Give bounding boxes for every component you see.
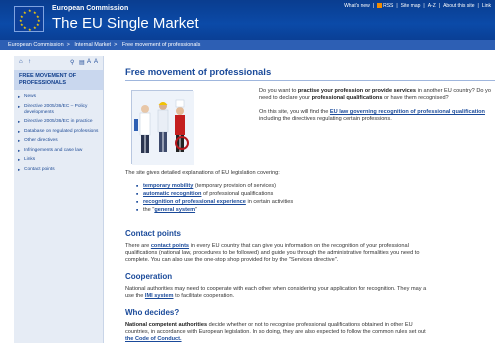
temporary-mobility-link[interactable]: temporary mobility: [143, 183, 193, 189]
print-icon[interactable]: ▤: [79, 59, 85, 66]
sidebar-item-other-directives[interactable]: Other directives: [18, 138, 103, 144]
top-links: What's new | RSS | Site map | A-Z | About th…: [344, 3, 491, 9]
who-line-3: the Code of Conduct.: [125, 336, 182, 343]
cooperation-line-1: National authorities may need to coopera…: [125, 286, 427, 292]
intro-line-4: including the directives regulating cert…: [259, 116, 392, 122]
sidebar-item-links[interactable]: Links: [18, 157, 103, 163]
sidebar-title[interactable]: FREE MOVEMENT OF PROFESSIONALS: [14, 70, 103, 90]
font-size-large-icon[interactable]: A: [94, 59, 98, 65]
rss-icon: [377, 3, 383, 9]
top-link-a-z[interactable]: A-Z: [428, 3, 436, 9]
breadcrumb-item[interactable]: European Commission: [8, 42, 64, 48]
contact-points-heading: Contact points: [125, 229, 181, 238]
intro-line-3: On this site, you will find the EU law g…: [259, 109, 485, 115]
code-of-conduct-link[interactable]: the Code of Conduct.: [125, 336, 182, 342]
site-title[interactable]: The EU Single Market: [52, 15, 199, 32]
who-line-2: countries, in accordance with European l…: [125, 329, 426, 335]
sidebar-item-infringements[interactable]: Infringements and case law: [18, 148, 103, 154]
explain-line: The site gives detailed explanations of …: [125, 170, 280, 176]
list-item: the "general system": [136, 206, 293, 214]
legislation-list: temporary mobility (temporary provision …: [136, 182, 293, 214]
imi-system-link[interactable]: IMI system: [145, 293, 174, 299]
list-item: temporary mobility (temporary provision …: [136, 182, 293, 190]
contact-points-link[interactable]: contact points: [151, 243, 189, 249]
breadcrumb-item-current: Free movement of professionals: [121, 42, 201, 48]
breadcrumb-bar: European Commission > Internal Market > Fr…: [0, 40, 495, 50]
list-item: recognition of professional experience i…: [136, 198, 293, 206]
font-size-icon[interactable]: A: [87, 59, 91, 65]
contact-line-2: qualifications (national law, procedures…: [125, 250, 420, 256]
top-link-site-map[interactable]: Site map: [401, 3, 421, 9]
contact-line-3: complete. You can also use the one-stop …: [125, 257, 339, 263]
cooperation-line-2: use the IMI system to facilitate coopera…: [125, 293, 235, 299]
eu-flag-logo[interactable]: ★ ★ ★ ★ ★ ★ ★ ★ ★ ★ ★ ★: [14, 6, 44, 32]
site-header: ★ ★ ★ ★ ★ ★ ★ ★ ★ ★ ★ ★ European Commiss…: [0, 0, 495, 40]
professionals-illustration: [131, 90, 194, 165]
sidebar: ⌂ ↑ ⚲ ▤ A A FREE MOVEMENT OF PROFESSIONA…: [14, 56, 104, 343]
organisation-name: European Commission: [52, 5, 129, 12]
home-icon[interactable]: ⌂: [19, 59, 23, 65]
who-line-1: National competent authorities decide wh…: [125, 322, 413, 328]
sidebar-tools: ⌂ ↑ ⚲ ▤ A A: [14, 56, 103, 70]
sidebar-item-in-practice[interactable]: Directive 2005/36/EC in practice: [18, 119, 103, 125]
intro-line-2: need to declare your professional qualif…: [259, 95, 449, 101]
sidebar-item-database[interactable]: Database on regulated professions: [18, 129, 103, 135]
top-link-whats-new[interactable]: What's new: [344, 3, 370, 9]
rss-link[interactable]: RSS: [377, 3, 393, 9]
sidebar-menu: News Directive 2005/36/EC – Policy devel…: [14, 90, 103, 173]
general-system-link[interactable]: general system: [154, 207, 195, 213]
breadcrumb-item[interactable]: Internal Market: [74, 42, 111, 48]
automatic-recognition-link[interactable]: automatic recognition: [143, 191, 201, 197]
list-item: automatic recognition of professional qu…: [136, 190, 293, 198]
professional-experience-link[interactable]: recognition of professional experience: [143, 199, 246, 205]
intro-line-1: Do you want to practise your profession …: [259, 88, 491, 94]
page-title: Free movement of professionals: [125, 67, 272, 78]
sidebar-item-news[interactable]: News: [18, 94, 103, 100]
contact-line-1: There are contact points in every EU cou…: [125, 243, 409, 249]
title-divider: [125, 80, 495, 81]
breadcrumb: European Commission > Internal Market > Fr…: [8, 42, 201, 48]
cooperation-heading: Cooperation: [125, 272, 173, 281]
arrow-up-icon[interactable]: ↑: [28, 59, 31, 65]
sidebar-item-contact-points[interactable]: Contact points: [18, 167, 103, 173]
eu-law-link[interactable]: EU law governing recognition of professi…: [330, 109, 485, 115]
search-icon[interactable]: ⚲: [70, 59, 74, 66]
who-decides-heading: Who decides?: [125, 308, 180, 317]
sidebar-item-policy-developments[interactable]: Directive 2005/36/EC – Policy developmen…: [18, 104, 103, 116]
top-link-link[interactable]: Link: [482, 3, 491, 9]
top-link-about[interactable]: About this site: [443, 3, 474, 9]
